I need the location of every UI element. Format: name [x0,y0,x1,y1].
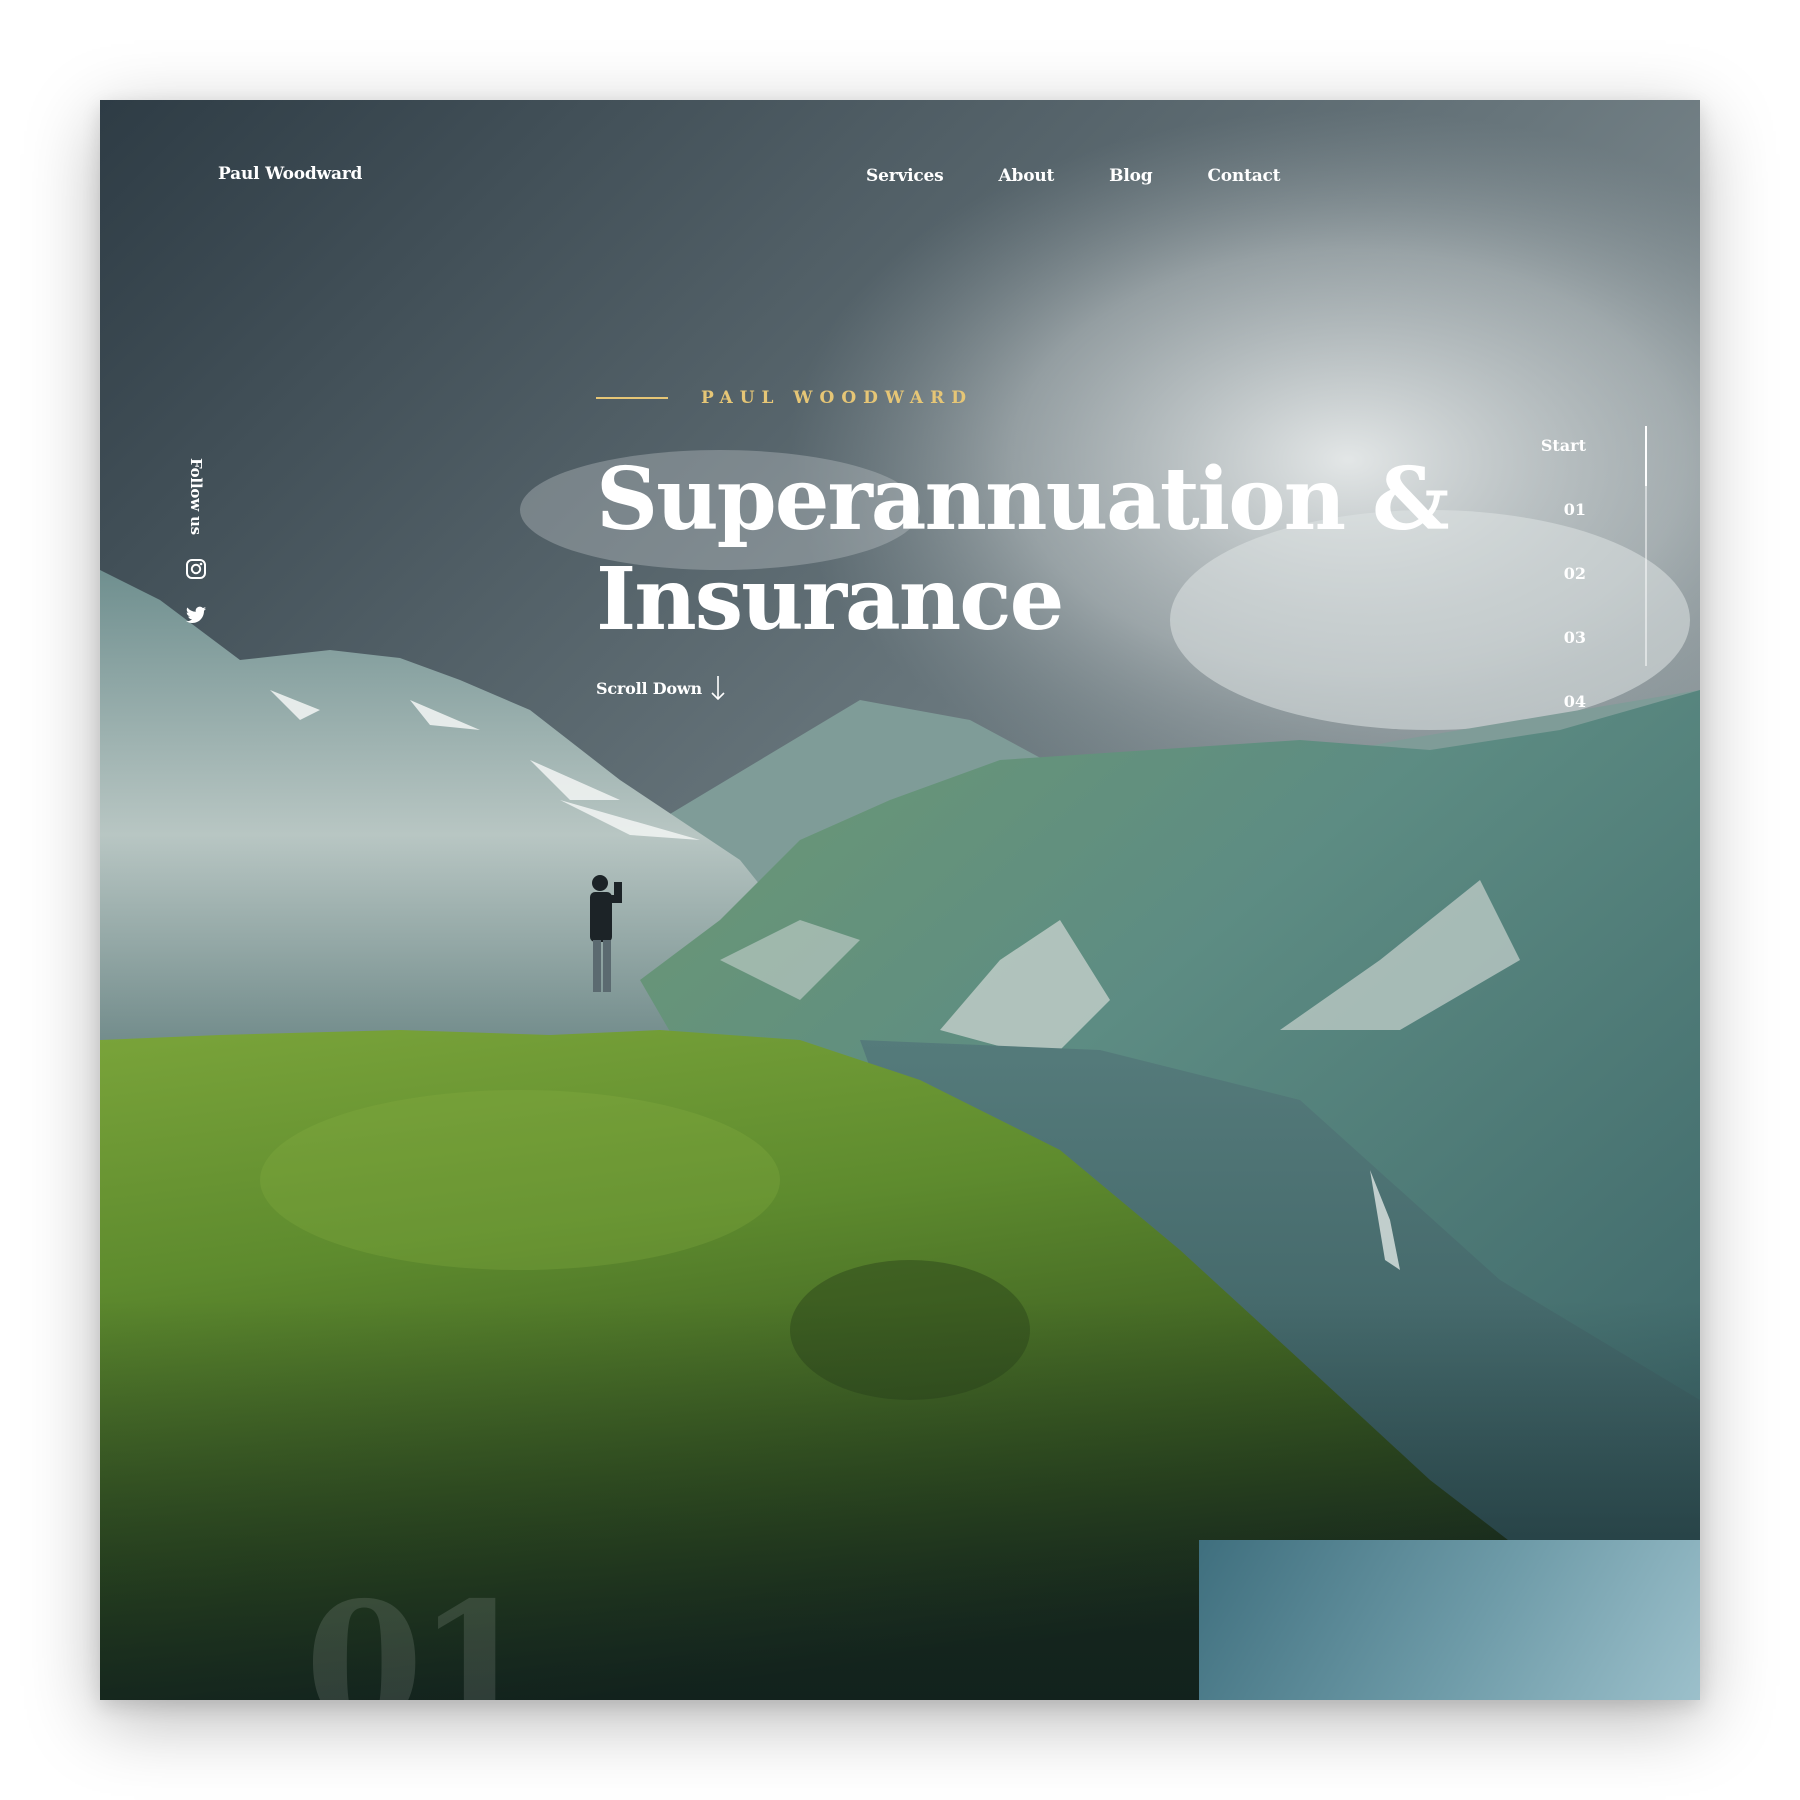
social-links: Follow us [184,458,208,626]
pager-item-01[interactable]: 01 [1541,494,1614,558]
hero-title: Superannuation & Insurance [596,449,1450,650]
hero-title-line-2: Insurance [596,549,1064,650]
slide-pager: Start 01 02 03 04 [1541,430,1614,750]
nav-item-about[interactable]: About [999,166,1055,186]
nav-item-services[interactable]: Services [866,166,944,186]
nav-item-contact[interactable]: Contact [1207,166,1280,186]
twitter-icon[interactable] [185,604,207,626]
hero-title-line-1: Superannuation & [596,449,1450,550]
pager-item-03[interactable]: 03 [1541,622,1614,686]
hero-background-image [100,100,1700,1700]
pager-item-start[interactable]: Start [1541,430,1614,494]
pager-item-02[interactable]: 02 [1541,558,1614,622]
site-logo[interactable]: Paul Woodward [218,164,362,184]
hero-section: Paul Woodward Services About Blog Contac… [100,100,1700,1700]
nav-item-blog[interactable]: Blog [1109,166,1152,186]
scroll-down-label: Scroll Down [596,678,702,698]
pager-item-04[interactable]: 04 [1541,686,1614,750]
hero-eyebrow: PAUL WOODWARD [596,388,973,408]
scroll-down-link[interactable]: Scroll Down [596,675,726,701]
pager-active-indicator [1645,426,1647,486]
arrow-down-icon [711,676,725,701]
instagram-icon[interactable] [185,558,207,580]
section-number: 01 [305,1565,536,1700]
follow-us-label: Follow us [187,458,205,535]
eyebrow-text: PAUL WOODWARD [701,388,973,408]
main-nav: Services About Blog Contact [866,166,1335,186]
next-section-panel [1199,1540,1700,1700]
eyebrow-divider [596,397,668,399]
